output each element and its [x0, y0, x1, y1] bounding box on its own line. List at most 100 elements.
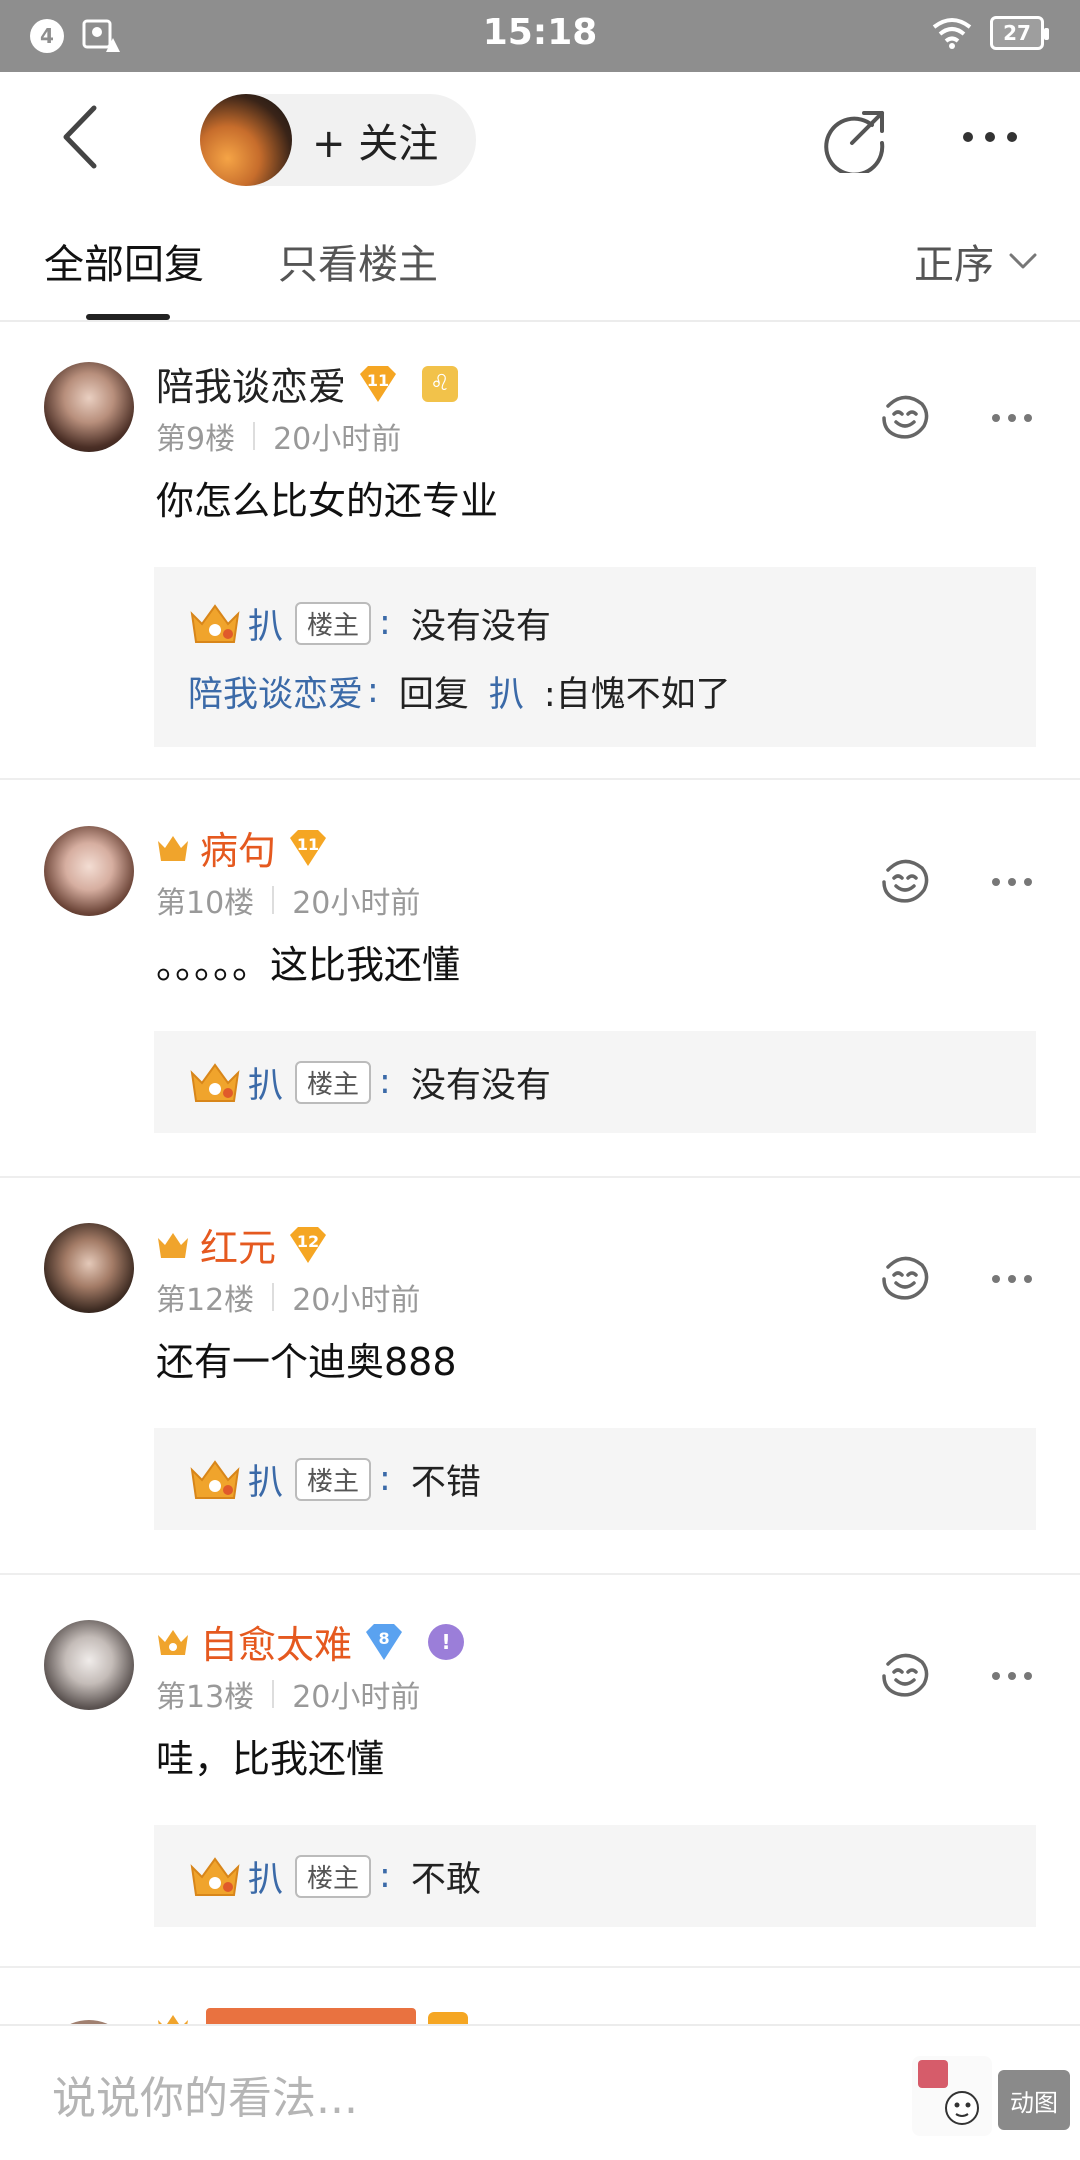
reply-line: 扒 楼主 : 没有没有 — [188, 1048, 1036, 1116]
reply-line: 扒 楼主 : 没有没有 — [188, 589, 1036, 657]
meta-separator — [253, 422, 256, 450]
back-button[interactable] — [52, 102, 112, 172]
reply-prefix: 回复 — [398, 674, 469, 715]
avatar[interactable] — [44, 1620, 134, 1710]
like-face-icon — [882, 1653, 929, 1697]
like-button[interactable] — [878, 392, 932, 442]
reply-username[interactable]: 扒 — [248, 1454, 283, 1505]
vip-crown-icon — [158, 835, 188, 861]
reply-box[interactable]: 扒 楼主 : 没有没有 — [154, 1031, 1036, 1133]
reply-username[interactable]: 扒 — [248, 598, 283, 649]
chevron-down-icon — [1009, 253, 1037, 269]
follow-button[interactable]: + 关注 — [200, 94, 476, 186]
level-badge: 8 — [362, 1622, 406, 1662]
username[interactable]: 红元 — [200, 1217, 276, 1272]
like-face-icon — [882, 859, 929, 903]
gif-button[interactable]: 动图 — [998, 2070, 1070, 2130]
username[interactable]: 陪我谈恋爱 — [156, 356, 346, 411]
chevron-left-icon — [63, 105, 97, 169]
comment-text: 哇，比我还懂 — [156, 1737, 385, 1781]
reply-tabs: 全部回复 只看楼主 正序 — [0, 202, 1080, 322]
wifi-icon — [932, 18, 972, 49]
like-button[interactable] — [878, 1253, 932, 1303]
reply-text: 没有没有 — [410, 1065, 551, 1106]
post-time: 20小时前 — [292, 886, 421, 921]
host-tag: 楼主 — [295, 601, 372, 645]
tab-all-replies[interactable]: 全部回复 — [44, 232, 204, 290]
meta-separator — [272, 886, 275, 914]
crown-icon — [190, 1063, 240, 1102]
floor-number: 第9楼 — [156, 422, 236, 457]
avatar[interactable] — [44, 1223, 134, 1313]
comment-item: 红元 12 第12楼 20小时前 还有一个迪奥888 扒 楼主: 不错 — [0, 1183, 1080, 1573]
more-horizontal-icon — [992, 878, 1032, 886]
next-comment-partial — [0, 1968, 1080, 2026]
reply-box[interactable]: 扒 楼主 : 不错 — [154, 1428, 1036, 1530]
reply-text: :自愧不如了 — [543, 674, 731, 715]
divider — [0, 1176, 1080, 1178]
more-horizontal-icon — [992, 1672, 1032, 1680]
reply-username[interactable]: 扒 — [248, 1057, 283, 1108]
comment-more-button[interactable] — [990, 1668, 1034, 1684]
reply-text: 没有没有 — [410, 606, 551, 647]
reply-line: 扒 楼主 : 不敢 — [188, 1842, 1036, 1910]
vip-crown-icon — [158, 1232, 188, 1258]
sort-label: 正序 — [914, 242, 994, 288]
reply-colon: : — [379, 1062, 391, 1102]
more-options-button[interactable] — [960, 122, 1020, 152]
username[interactable]: 自愈太难 — [200, 1614, 352, 1669]
reply-colon: : — [379, 1459, 391, 1499]
share-button[interactable] — [822, 107, 888, 177]
reply-colon: : — [379, 1856, 391, 1896]
host-tag: 楼主 — [295, 1854, 372, 1898]
comment-more-button[interactable] — [990, 410, 1034, 426]
reply-colon: : — [379, 603, 391, 643]
floor-number: 第12楼 — [156, 1283, 255, 1318]
crown-icon — [190, 604, 240, 643]
sort-dropdown[interactable]: 正序 — [914, 232, 1038, 290]
more-horizontal-icon — [963, 132, 1017, 142]
sticker-button[interactable] — [912, 2056, 992, 2136]
reply-line: 扒 楼主 : 不错 — [188, 1445, 1036, 1513]
more-horizontal-icon — [992, 414, 1032, 422]
status-bar: 4 15:18 27 — [0, 0, 1080, 72]
post-time: 20小时前 — [292, 1283, 421, 1318]
crown-icon — [190, 1460, 240, 1499]
follow-label: + 关注 — [312, 121, 439, 167]
reply-target-username[interactable]: 扒 — [489, 666, 524, 717]
reply-box[interactable]: 扒 楼主 : 没有没有 陪我谈恋爱 : 回复 扒 :自愧不如了 — [154, 567, 1036, 747]
clock: 15:18 — [482, 12, 598, 53]
meta-separator — [272, 1283, 275, 1311]
reply-username[interactable]: 扒 — [248, 1851, 283, 1902]
comment-input-bar: 说说你的看法... 动图 — [0, 2024, 1080, 2160]
reply-box[interactable]: 扒 楼主 : 不敢 — [154, 1825, 1036, 1927]
honor-badge: ! — [428, 1623, 465, 1660]
comment-item: 自愈太难 8 ! 第13楼 20小时前 哇，比我还懂 扒 楼主: 不敢 — [0, 1580, 1080, 1970]
avatar[interactable] — [44, 826, 134, 916]
like-button[interactable] — [878, 856, 932, 906]
floor-number: 第13楼 — [156, 1680, 255, 1715]
username[interactable]: 病句 — [200, 820, 276, 875]
avatar[interactable] — [44, 362, 134, 452]
level-badge: 11 — [356, 364, 400, 404]
active-tab-indicator — [86, 314, 170, 320]
like-button[interactable] — [878, 1650, 932, 1700]
tab-host-only[interactable]: 只看楼主 — [278, 232, 438, 290]
comment-item: 病句 11 第10楼 20小时前 。。。。。这比我还懂 扒 楼主: 没有没有 — [0, 786, 1080, 1176]
level-badge: 12 — [286, 1225, 330, 1265]
reply-text: 不错 — [410, 1462, 481, 1503]
header: + 关注 — [0, 72, 1080, 202]
sticker-icon — [918, 2060, 979, 2125]
author-avatar[interactable] — [200, 94, 292, 186]
reply-username[interactable]: 陪我谈恋爱 — [188, 666, 363, 717]
comment-more-button[interactable] — [990, 1271, 1034, 1287]
crown-icon — [190, 1857, 240, 1896]
meta-separator — [272, 1680, 275, 1708]
zodiac-badge: ♌ — [422, 365, 459, 402]
comment-input[interactable]: 说说你的看法... — [52, 2062, 358, 2126]
comment-more-button[interactable] — [990, 874, 1034, 890]
reply-colon: : — [367, 671, 379, 711]
battery-indicator: 27 — [990, 16, 1049, 50]
comment-item: 陪我谈恋爱 11 ♌ 第9楼 20小时前 你怎么比女的还专业 扒 楼主: 没有… — [0, 322, 1080, 778]
comment-text: 你怎么比女的还专业 — [156, 479, 499, 523]
